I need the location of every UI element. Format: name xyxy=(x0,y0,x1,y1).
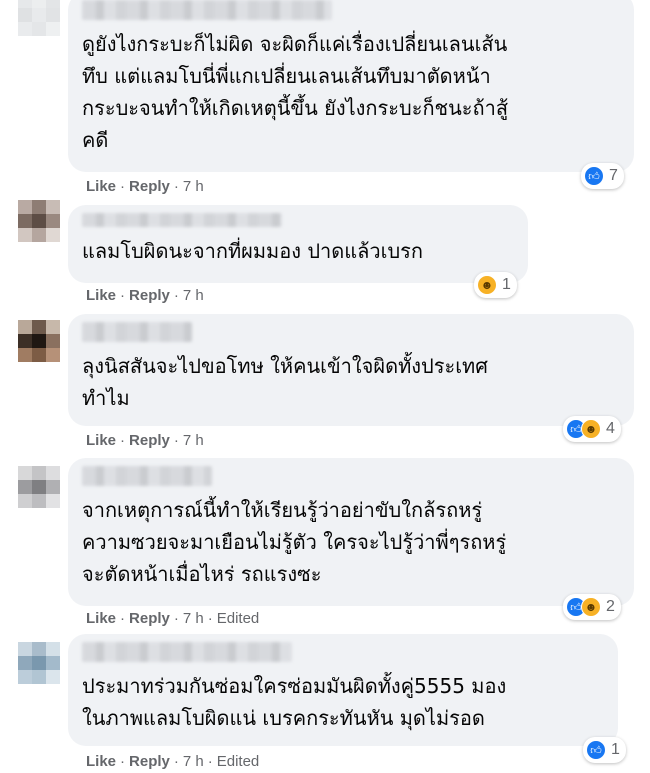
reaction-summary[interactable]: 👍︎ ☻ 2 xyxy=(563,594,621,620)
laughing-face-icon: ☻ xyxy=(581,419,601,439)
like-button[interactable]: Like xyxy=(86,287,116,304)
comment-bubble: ลุงนิสสันจะไปขอโทษ ให้คนเข้าใจผิดทั้งประ… xyxy=(68,314,634,426)
edited-label[interactable]: Edited xyxy=(217,610,260,627)
comment-actions: Like · Reply · 7 h xyxy=(86,287,204,304)
laughing-face-icon: ☻ xyxy=(581,597,601,617)
timestamp[interactable]: 7 h xyxy=(183,610,204,627)
reply-button[interactable]: Reply xyxy=(129,287,170,304)
edited-label[interactable]: Edited xyxy=(217,753,260,770)
comment-text: ลุงนิสสันจะไปขอโทษ ให้คนเข้าใจผิดทั้งประ… xyxy=(82,354,488,410)
reaction-count: 7 xyxy=(609,167,618,184)
reaction-summary[interactable]: ☻ 1 xyxy=(474,272,517,298)
reaction-count: 1 xyxy=(502,276,511,293)
comment-bubble: จากเหตุการณ์นี้ทำให้เรียนรู้ว่าอย่าขับใก… xyxy=(68,458,634,606)
avatar[interactable] xyxy=(18,320,60,362)
reaction-summary[interactable]: 👍︎ 1 xyxy=(583,737,626,763)
timestamp[interactable]: 7 h xyxy=(183,287,204,304)
comment-text: แลมโบผิดนะจากที่ผมมอง ปาดแล้วเบรก xyxy=(82,239,424,263)
reply-button[interactable]: Reply xyxy=(129,432,170,449)
comment-text: ดูยังไงกระบะก็ไม่ผิด จะผิดก็แค่เรื่องเปล… xyxy=(82,32,509,152)
reply-button[interactable]: Reply xyxy=(129,753,170,770)
reaction-summary[interactable]: 👍︎ 7 xyxy=(581,163,624,189)
timestamp[interactable]: 7 h xyxy=(183,432,204,449)
reaction-count: 2 xyxy=(606,598,615,615)
blurred-author-name[interactable] xyxy=(82,642,292,662)
like-button[interactable]: Like xyxy=(86,753,116,770)
avatar[interactable] xyxy=(18,642,60,684)
thumbs-up-icon: 👍︎ xyxy=(586,740,606,760)
comment-bubble: แลมโบผิดนะจากที่ผมมอง ปาดแล้วเบรก xyxy=(68,205,528,283)
avatar[interactable] xyxy=(18,0,60,36)
comment-actions: Like · Reply · 7 h · Edited xyxy=(86,753,260,770)
comment-actions: Like · Reply · 7 h xyxy=(86,178,204,195)
comment-actions: Like · Reply · 7 h xyxy=(86,432,204,449)
laughing-face-icon: ☻ xyxy=(477,275,497,295)
comment-text: จากเหตุการณ์นี้ทำให้เรียนรู้ว่าอย่าขับใก… xyxy=(82,498,507,586)
reply-button[interactable]: Reply xyxy=(129,610,170,627)
blurred-author-name[interactable] xyxy=(82,322,192,342)
comment-bubble: ดูยังไงกระบะก็ไม่ผิด จะผิดก็แค่เรื่องเปล… xyxy=(68,0,634,172)
comment-text: ประมาทร่วมกันซ่อมใครซ่อมมันผิดทั้งคู่555… xyxy=(82,674,507,730)
reaction-summary[interactable]: 👍︎ ☻ 4 xyxy=(563,416,621,442)
blurred-author-name[interactable] xyxy=(82,0,332,20)
avatar[interactable] xyxy=(18,466,60,508)
reaction-count: 4 xyxy=(606,420,615,437)
comment-actions: Like · Reply · 7 h · Edited xyxy=(86,610,260,627)
reply-button[interactable]: Reply xyxy=(129,178,170,195)
comment-bubble: ประมาทร่วมกันซ่อมใครซ่อมมันผิดทั้งคู่555… xyxy=(68,634,618,746)
blurred-author-name[interactable] xyxy=(82,213,282,227)
timestamp[interactable]: 7 h xyxy=(183,753,204,770)
like-button[interactable]: Like xyxy=(86,432,116,449)
thumbs-up-icon: 👍︎ xyxy=(584,166,604,186)
like-button[interactable]: Like xyxy=(86,178,116,195)
like-button[interactable]: Like xyxy=(86,610,116,627)
reaction-count: 1 xyxy=(611,741,620,758)
blurred-author-name[interactable] xyxy=(82,466,212,486)
timestamp[interactable]: 7 h xyxy=(183,178,204,195)
avatar[interactable] xyxy=(18,200,60,242)
